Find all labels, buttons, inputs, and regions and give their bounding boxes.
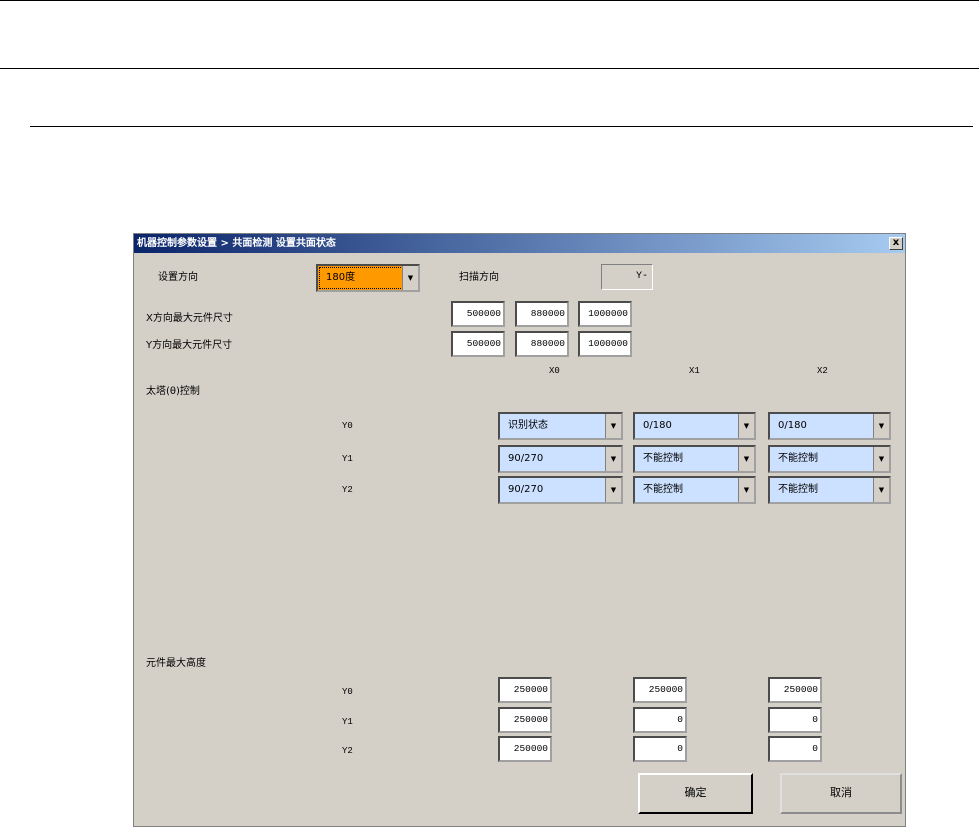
direction-value: 180度 [326,272,356,283]
height-input[interactable]: 250000 [498,677,552,703]
settings-dialog: 机器控制参数设置 > 共面检测 设置共面状态 x 设置方向 180度 ▼ 扫描方向… [133,233,906,827]
turret-select[interactable]: 0/180 ▼ [768,412,891,440]
direction-select[interactable]: 180度 ▼ [316,264,420,292]
height-input[interactable]: 250000 [498,707,552,733]
height-input[interactable]: 0 [633,707,687,733]
col-x0: X0 [549,366,560,376]
col-x2: X2 [817,366,828,376]
xsize-input-2[interactable]: 1000000 [578,301,632,327]
cancel-button[interactable]: 取消 [780,773,902,814]
chevron-down-icon: ▼ [605,478,621,502]
turret-select-value: 不能控制 [643,453,683,464]
height-row-label: Y0 [342,687,353,697]
chevron-down-icon: ▼ [873,414,889,438]
turret-select-value: 90/270 [508,484,544,495]
turret-select[interactable]: 0/180 ▼ [633,412,756,440]
height-input[interactable]: 0 [633,736,687,762]
turret-select[interactable]: 90/270 ▼ [498,476,623,504]
turret-select[interactable]: 不能控制 ▼ [633,476,756,504]
scan-label: 扫描方向 [459,272,499,283]
title-bar: 机器控制参数设置 > 共面检测 设置共面状态 x [134,234,905,253]
divider [0,0,979,1]
turret-select-value: 不能控制 [643,484,683,495]
chevron-down-icon: ▼ [873,447,889,471]
turret-label: 太塔(θ)控制 [146,386,200,397]
close-button[interactable]: x [889,237,903,250]
turret-row-label: Y0 [342,421,353,431]
turret-select[interactable]: 不能控制 ▼ [633,445,756,473]
turret-select[interactable]: 不能控制 ▼ [768,445,891,473]
xsize-input-0[interactable]: 500000 [451,301,505,327]
col-x1: X1 [689,366,700,376]
height-input[interactable]: 250000 [768,677,822,703]
dialog-title: 机器控制参数设置 > 共面检测 设置共面状态 [137,238,336,249]
height-input[interactable]: 250000 [633,677,687,703]
chevron-down-icon: ▼ [738,447,754,471]
turret-row-label: Y2 [342,485,353,495]
xsize-input-1[interactable]: 880000 [515,301,569,327]
ysize-input-2[interactable]: 1000000 [578,331,632,357]
chevron-down-icon: ▼ [402,266,418,290]
ysize-input-1[interactable]: 880000 [515,331,569,357]
turret-select[interactable]: 不能控制 ▼ [768,476,891,504]
chevron-down-icon: ▼ [738,478,754,502]
ysize-label: Y方向最大元件尺寸 [146,340,233,351]
ok-button[interactable]: 确定 [638,773,753,814]
xsize-label: X方向最大元件尺寸 [146,313,233,324]
chevron-down-icon: ▼ [605,414,621,438]
chevron-down-icon: ▼ [738,414,754,438]
height-label: 元件最大高度 [146,658,206,669]
height-input[interactable]: 0 [768,707,822,733]
turret-select-value: 0/180 [778,420,807,431]
divider [0,68,979,69]
turret-select[interactable]: 90/270 ▼ [498,445,623,473]
divider [30,126,973,127]
height-row-label: Y2 [342,746,353,756]
turret-select[interactable]: 识别状态 ▼ [498,412,623,440]
height-input[interactable]: 0 [768,736,822,762]
height-row-label: Y1 [342,717,353,727]
chevron-down-icon: ▼ [873,478,889,502]
turret-select-value: 识别状态 [508,420,548,431]
scan-value: Y- [601,264,653,290]
turret-select-value: 90/270 [508,453,544,464]
chevron-down-icon: ▼ [605,447,621,471]
ysize-input-0[interactable]: 500000 [451,331,505,357]
height-input[interactable]: 250000 [498,736,552,762]
turret-row-label: Y1 [342,454,353,464]
turret-select-value: 不能控制 [778,484,818,495]
turret-select-value: 0/180 [643,420,672,431]
turret-select-value: 不能控制 [778,453,818,464]
direction-label: 设置方向 [158,272,198,283]
